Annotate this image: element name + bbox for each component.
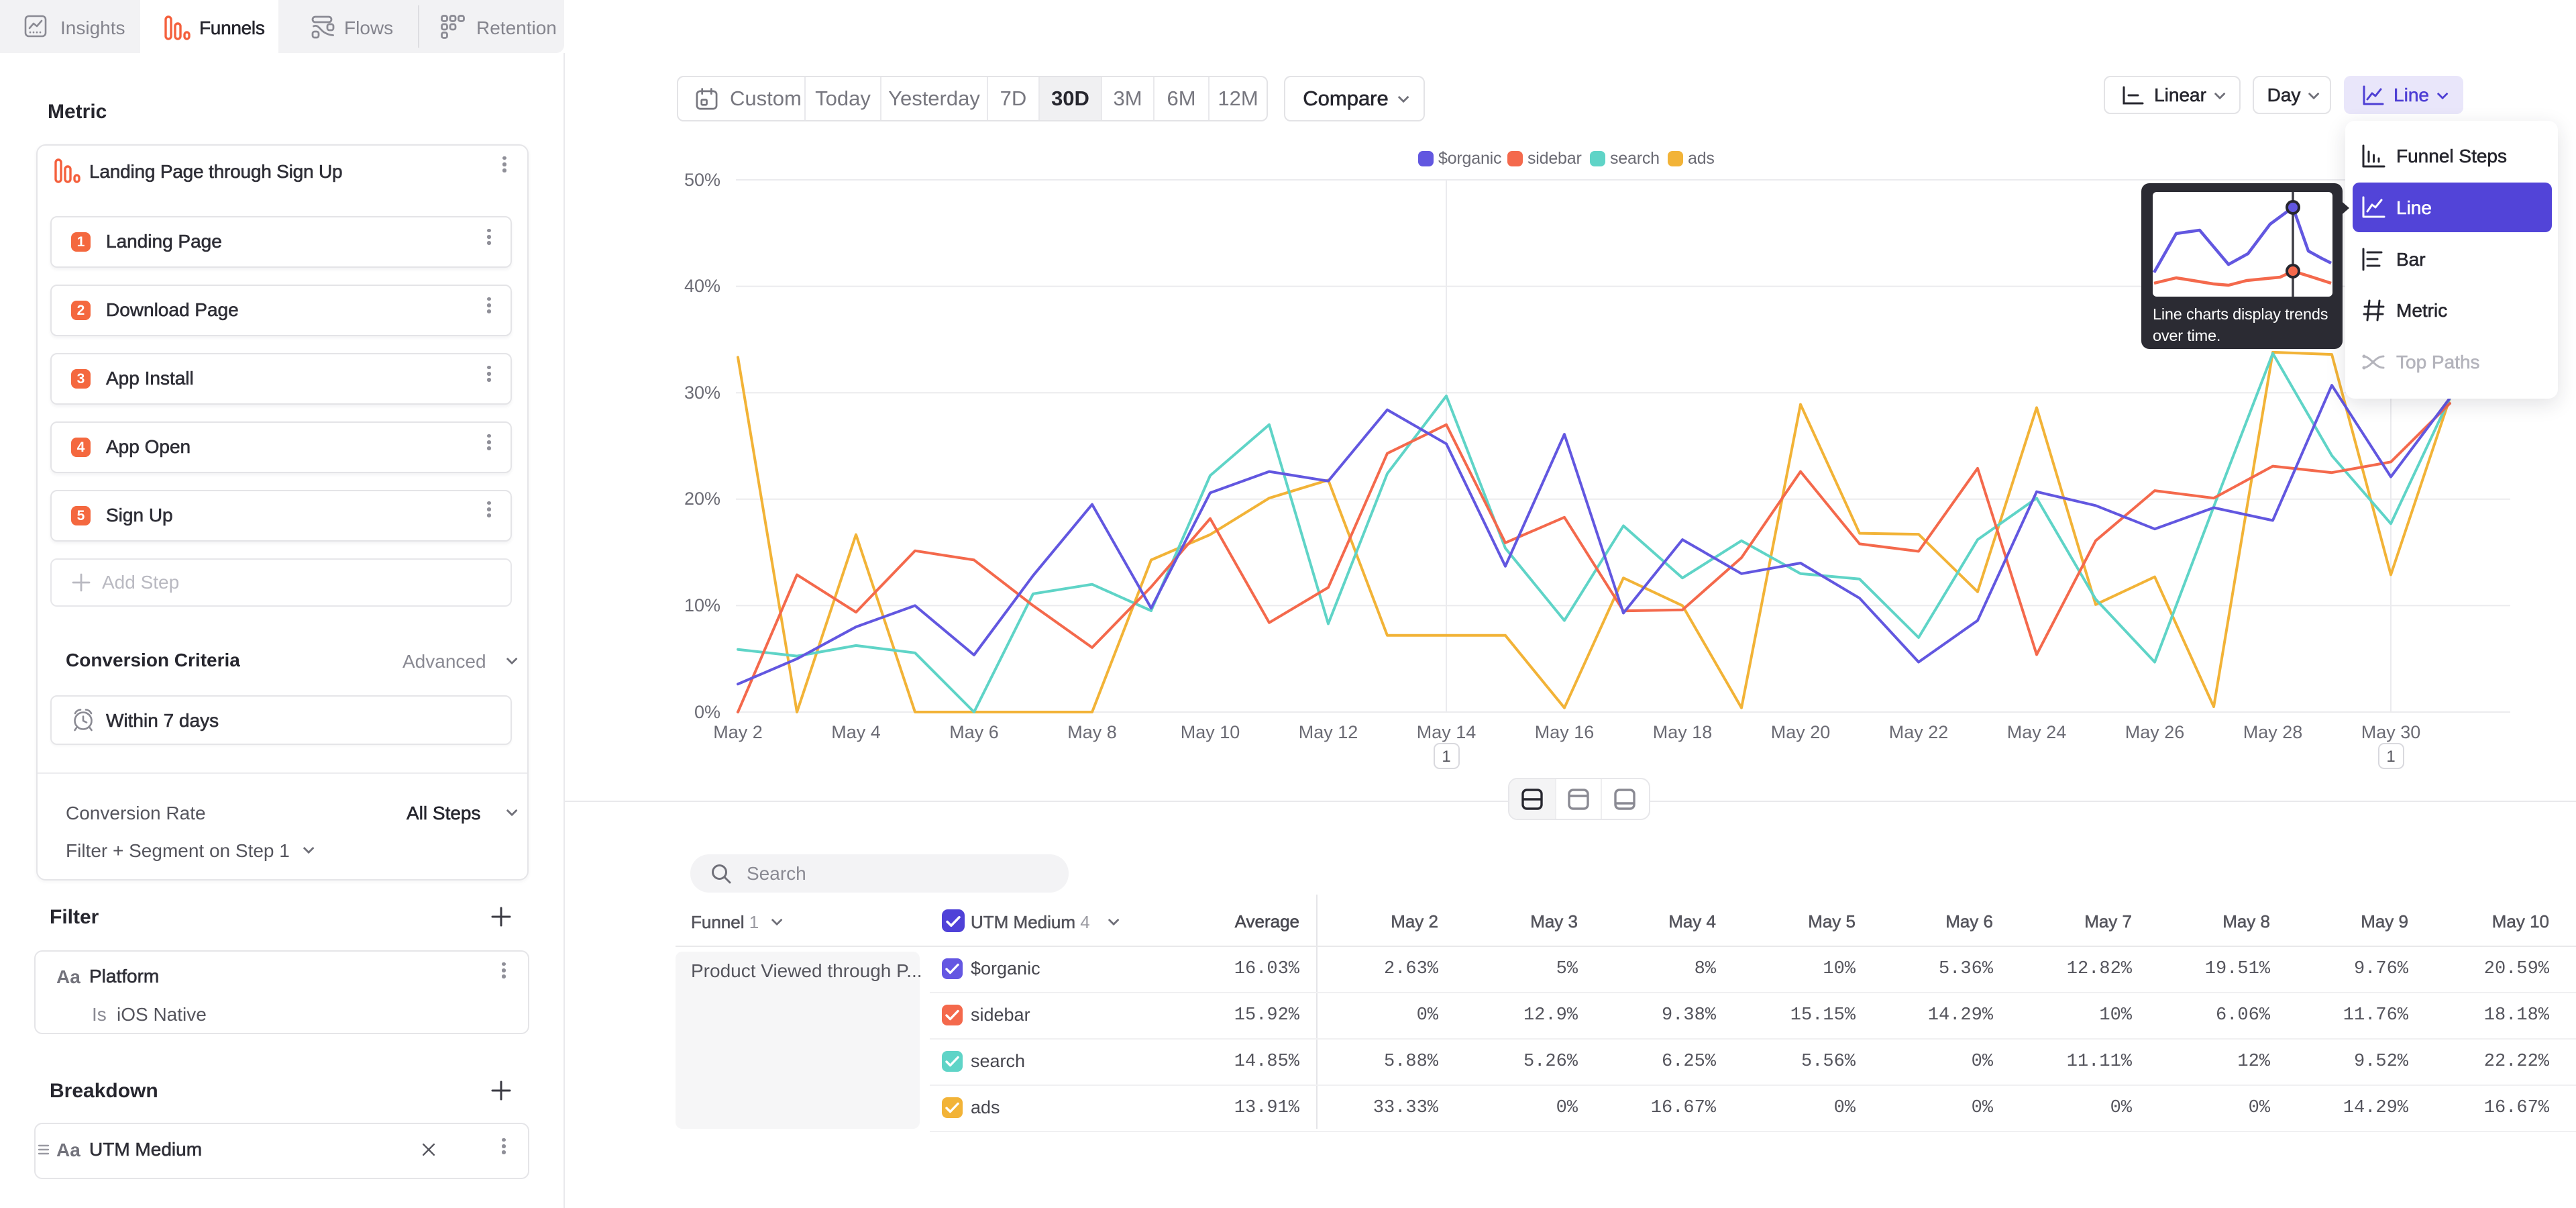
svg-text:May 16: May 16 — [1535, 722, 1595, 742]
svg-text:20%: 20% — [684, 489, 720, 509]
svg-text:May 20: May 20 — [1771, 722, 1831, 742]
svg-text:May 8: May 8 — [1067, 722, 1117, 742]
svg-text:30%: 30% — [684, 383, 720, 403]
svg-text:10%: 10% — [684, 595, 720, 615]
svg-text:May 22: May 22 — [1889, 722, 1949, 742]
svg-text:May 18: May 18 — [1653, 722, 1713, 742]
svg-text:May 6: May 6 — [949, 722, 999, 742]
svg-text:50%: 50% — [684, 170, 720, 190]
svg-text:0%: 0% — [694, 702, 720, 722]
svg-text:May 10: May 10 — [1181, 722, 1240, 742]
svg-text:May 2: May 2 — [713, 722, 763, 742]
svg-text:May 26: May 26 — [2125, 722, 2185, 742]
svg-text:May 30: May 30 — [2361, 722, 2421, 742]
svg-text:1: 1 — [1442, 748, 1450, 766]
svg-text:May 12: May 12 — [1299, 722, 1358, 742]
svg-text:May 24: May 24 — [2007, 722, 2067, 742]
svg-text:May 14: May 14 — [1417, 722, 1477, 742]
svg-text:40%: 40% — [684, 276, 720, 296]
svg-text:May 4: May 4 — [831, 722, 881, 742]
svg-text:1: 1 — [2386, 748, 2395, 766]
svg-text:May 28: May 28 — [2243, 722, 2303, 742]
